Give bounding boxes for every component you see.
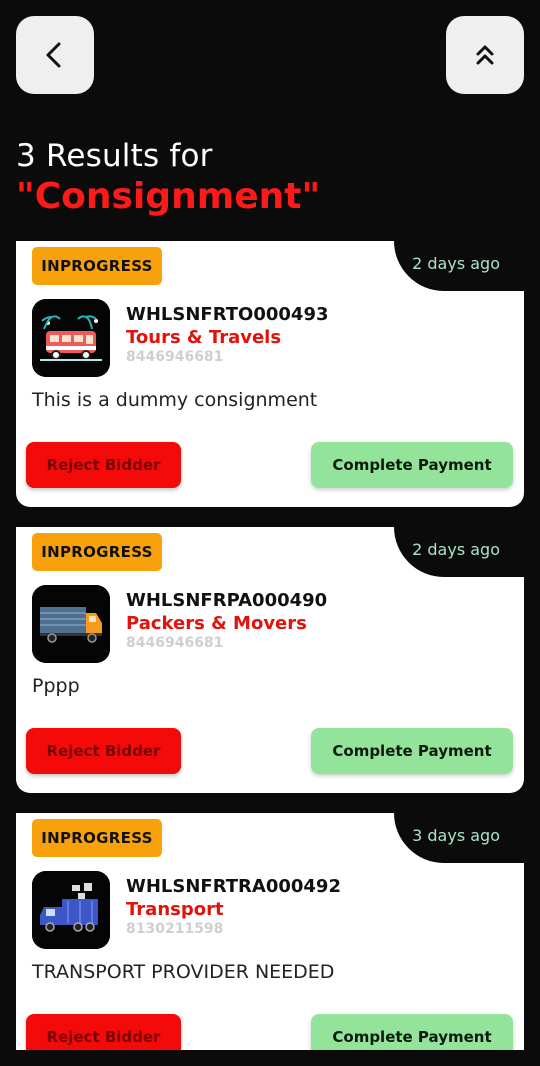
complete-payment-button[interactable]: Complete Payment xyxy=(311,1014,513,1050)
consignment-description: This is a dummy consignment xyxy=(32,389,318,411)
back-button[interactable] xyxy=(16,16,94,94)
tour-van-icon xyxy=(32,299,110,377)
category-label: Packers & Movers xyxy=(126,613,307,634)
consignment-card[interactable]: 2 days ago INPROGRESS WHLSNFRPA000490 Pa… xyxy=(16,527,524,793)
transport-truck-icon xyxy=(32,871,110,949)
double-chevron-up-icon xyxy=(473,43,497,67)
consignment-card[interactable]: 2 days ago INPROGRESS WHLSNFRTO000493 To… xyxy=(16,241,524,507)
consignment-description: Pppp xyxy=(32,675,80,697)
complete-payment-button[interactable]: Complete Payment xyxy=(311,728,513,774)
time-ago: 2 days ago xyxy=(412,540,500,559)
status-badge: INPROGRESS xyxy=(32,247,162,285)
search-query: "Consignment" xyxy=(16,176,321,217)
phone-number: 8130211598 xyxy=(126,921,224,937)
phone-number: 8446946681 xyxy=(126,349,224,365)
consignment-card[interactable]: 3 days ago INPROGRESS WHLSNFRTRA000492 T… xyxy=(16,813,524,1050)
complete-payment-button[interactable]: Complete Payment xyxy=(311,442,513,488)
consignment-id: WHLSNFRTRA000492 xyxy=(126,876,341,897)
category-label: Transport xyxy=(126,899,224,920)
phone-number: 8446946681 xyxy=(126,635,224,651)
status-badge: INPROGRESS xyxy=(32,819,162,857)
consignment-id: WHLSNFRPA000490 xyxy=(126,590,328,611)
moving-truck-icon xyxy=(32,585,110,663)
reject-bidder-button[interactable]: Reject Bidder xyxy=(26,728,181,774)
category-label: Tours & Travels xyxy=(126,327,282,348)
time-ago: 3 days ago xyxy=(412,826,500,845)
status-badge: INPROGRESS xyxy=(32,533,162,571)
chevron-left-icon xyxy=(40,40,70,70)
scroll-top-button[interactable] xyxy=(446,16,524,94)
results-list[interactable]: 2 days ago INPROGRESS WHLSNFRTO000493 To… xyxy=(0,241,540,1050)
reject-bidder-button[interactable]: Reject Bidder xyxy=(26,442,181,488)
consignment-description: TRANSPORT PROVIDER NEEDED xyxy=(32,961,335,983)
time-ago: 2 days ago xyxy=(412,254,500,273)
results-count: 3 Results for xyxy=(16,138,213,174)
consignment-id: WHLSNFRTO000493 xyxy=(126,304,329,325)
reject-bidder-button[interactable]: Reject Bidder xyxy=(26,1014,181,1050)
